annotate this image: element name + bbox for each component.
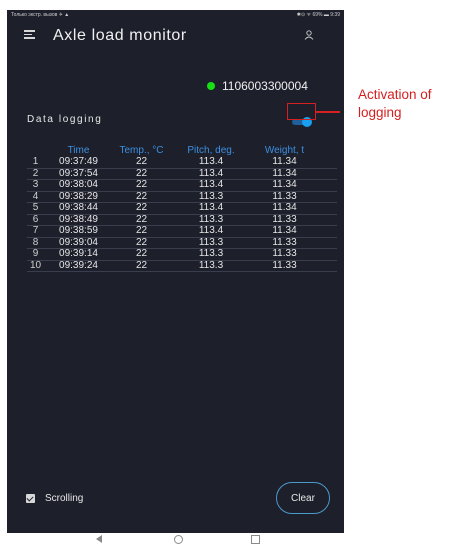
row-temp: 22 xyxy=(135,248,148,259)
row-pitch: 113.4 xyxy=(198,202,224,213)
row-pitch: 113.3 xyxy=(198,190,224,202)
row-index: 3 xyxy=(32,179,39,190)
status-bar-right: ✱⊙ ᯤ 69% ▬ 9:39 xyxy=(296,12,340,18)
row-weight: 11.34 xyxy=(272,202,297,213)
recent-apps-icon[interactable] xyxy=(251,535,260,544)
device-status: 1106003300004 xyxy=(207,79,308,93)
clear-button[interactable]: Clear xyxy=(276,482,330,514)
scrolling-label: Scrolling xyxy=(45,493,84,504)
callout-highlight-box xyxy=(287,103,316,120)
row-temp: 22 xyxy=(135,167,148,179)
row-pitch: 113.4 xyxy=(198,225,224,236)
row-time: 09:38:49 xyxy=(59,213,98,225)
row-index: 5 xyxy=(32,202,39,213)
table-row: 10 09:39:24 22 113.3 11.33 xyxy=(27,259,337,272)
row-weight: 11.33 xyxy=(272,259,297,271)
row-temp: 22 xyxy=(135,213,148,225)
home-icon[interactable] xyxy=(174,535,183,544)
app-title: Axle load monitor xyxy=(53,27,187,44)
row-index: 8 xyxy=(32,236,39,248)
row-weight: 11.34 xyxy=(272,225,297,236)
data-logging-label: Data logging xyxy=(27,114,103,125)
callout-connector xyxy=(316,111,340,113)
row-index: 7 xyxy=(32,225,39,236)
system-nav-bar xyxy=(7,528,344,544)
user-icon[interactable] xyxy=(304,30,314,40)
row-index: 2 xyxy=(32,167,39,179)
row-index: 1 xyxy=(32,156,39,167)
row-temp: 22 xyxy=(135,202,148,213)
table-row: 7 09:38:59 22 113.4 11.34 xyxy=(27,225,337,238)
row-pitch: 113.4 xyxy=(198,167,224,179)
row-temp: 22 xyxy=(135,156,148,167)
row-time: 09:39:14 xyxy=(59,248,98,259)
row-pitch: 113.4 xyxy=(198,156,224,167)
row-time: 09:38:04 xyxy=(59,179,98,190)
back-icon[interactable] xyxy=(96,535,102,543)
row-weight: 11.34 xyxy=(272,167,297,179)
row-index: 9 xyxy=(32,248,39,259)
table-row: 1 09:37:49 22 113.4 11.34 xyxy=(27,156,337,169)
row-temp: 22 xyxy=(135,225,148,236)
row-index: 4 xyxy=(32,190,39,202)
status-bar: Только экстр. вызов ✈ ▲ ✱⊙ ᯤ 69% ▬ 9:39 xyxy=(7,10,344,20)
status-bar-left: Только экстр. вызов ✈ ▲ xyxy=(11,12,70,18)
row-time: 09:39:24 xyxy=(59,259,98,271)
menu-icon[interactable] xyxy=(24,30,35,39)
phone-screen: Только экстр. вызов ✈ ▲ ✱⊙ ᯤ 69% ▬ 9:39 … xyxy=(7,10,344,544)
table-row: 9 09:39:14 22 113.3 11.33 xyxy=(27,248,337,261)
callout-line-2: logging xyxy=(358,105,402,120)
row-weight: 11.34 xyxy=(272,179,297,190)
row-pitch: 113.3 xyxy=(198,259,224,271)
row-temp: 22 xyxy=(135,259,148,271)
callout-line-1: Activation of xyxy=(358,87,432,102)
row-pitch: 113.3 xyxy=(198,236,224,248)
row-temp: 22 xyxy=(135,179,148,190)
scrolling-checkbox[interactable] xyxy=(26,494,35,503)
row-pitch: 113.3 xyxy=(198,213,224,225)
row-time: 09:37:49 xyxy=(59,156,98,167)
row-time: 09:38:29 xyxy=(59,190,98,202)
row-time: 09:39:04 xyxy=(59,236,98,248)
row-weight: 11.34 xyxy=(272,156,297,167)
row-pitch: 113.3 xyxy=(198,248,224,259)
connection-status-dot xyxy=(207,82,215,90)
log-table: Time Temp., °C Pitch, deg. Weight, t 1 09… xyxy=(27,145,337,272)
device-id: 1106003300004 xyxy=(222,79,308,93)
table-row: 3 09:38:04 22 113.4 11.34 xyxy=(27,179,337,192)
row-weight: 11.33 xyxy=(272,213,297,225)
row-time: 09:37:54 xyxy=(59,167,98,179)
row-temp: 22 xyxy=(135,236,148,248)
row-weight: 11.33 xyxy=(272,236,297,248)
row-time: 09:38:59 xyxy=(59,225,98,236)
scrolling-option[interactable]: Scrolling xyxy=(26,493,83,504)
table-row: 5 09:38:44 22 113.4 11.34 xyxy=(27,202,337,215)
callout-text: Activation of logging xyxy=(358,86,462,122)
row-temp: 22 xyxy=(135,190,148,202)
row-index: 6 xyxy=(32,213,39,225)
row-time: 09:38:44 xyxy=(59,202,98,213)
row-pitch: 113.4 xyxy=(198,179,224,190)
row-weight: 11.33 xyxy=(272,248,297,259)
row-weight: 11.33 xyxy=(272,190,297,202)
row-index: 10 xyxy=(29,259,42,271)
